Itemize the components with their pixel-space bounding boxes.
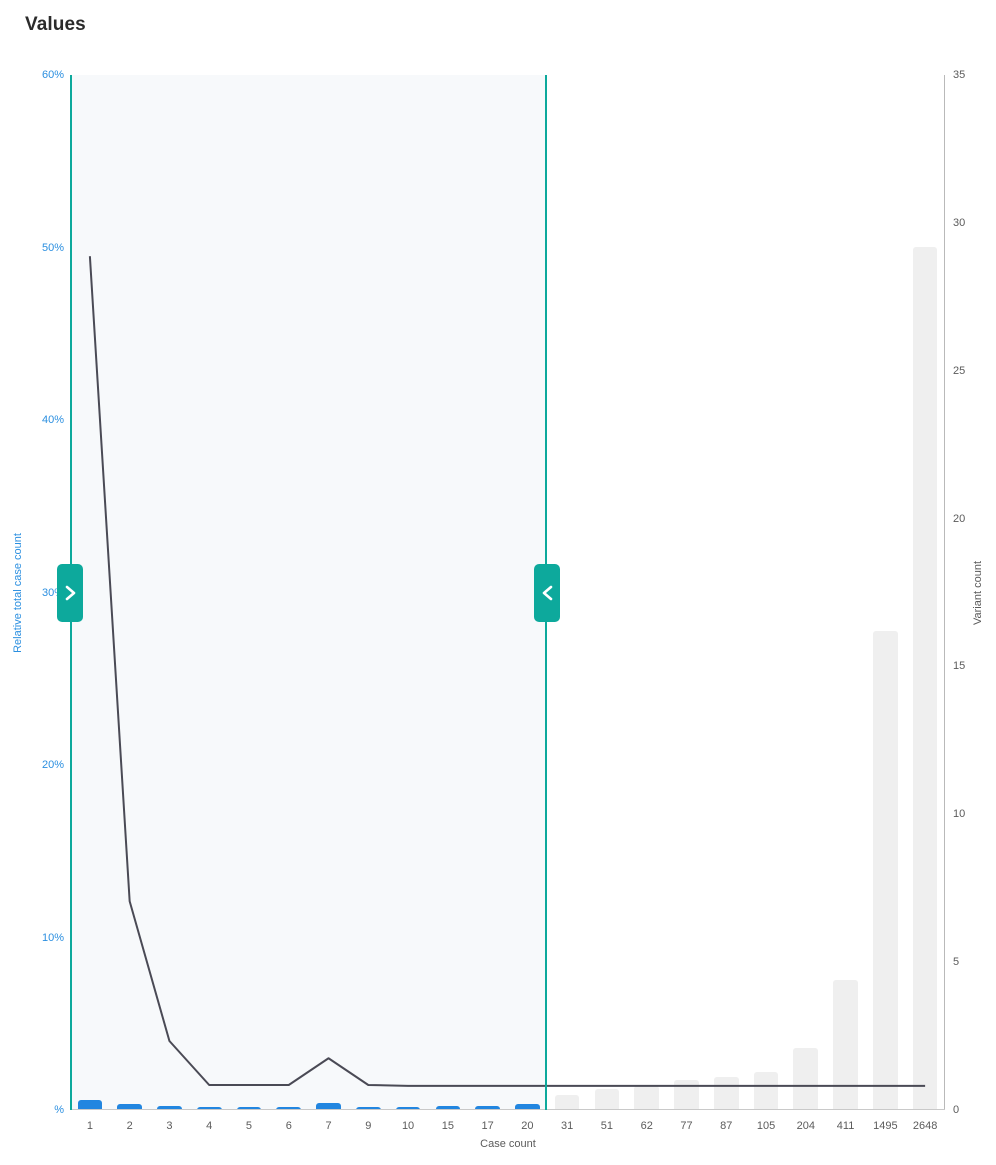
y-right-tick: 15 bbox=[953, 660, 966, 673]
chevron-left-icon bbox=[541, 584, 554, 602]
x-tick-77: 77 bbox=[680, 1120, 693, 1132]
y-right-tick: 35 bbox=[953, 69, 966, 81]
bar-204[interactable] bbox=[793, 1047, 819, 1110]
y-left-tick: 10% bbox=[41, 931, 64, 944]
y-right-tick: 5 bbox=[953, 956, 960, 969]
x-tick-9: 9 bbox=[365, 1120, 372, 1132]
y-right-tick: 20 bbox=[953, 512, 966, 525]
bar-2648[interactable] bbox=[912, 246, 938, 1110]
y-right-tick: 10 bbox=[953, 808, 966, 821]
x-tick-7: 7 bbox=[325, 1120, 332, 1132]
y-left-tick: % bbox=[54, 1104, 64, 1116]
x-tick-5: 5 bbox=[245, 1120, 253, 1132]
y-left-tick: 20% bbox=[41, 759, 64, 771]
x-tick-10: 10 bbox=[401, 1120, 415, 1132]
x-tick-1: 1 bbox=[86, 1120, 93, 1132]
x-axis-line bbox=[70, 1109, 945, 1110]
x-axis-title: Case count bbox=[480, 1138, 536, 1150]
x-tick-15: 15 bbox=[441, 1120, 454, 1132]
y-right-tick: 30 bbox=[953, 216, 966, 229]
x-tick-3: 3 bbox=[166, 1120, 173, 1132]
y-axis-left-title: Relative total case count bbox=[12, 533, 24, 653]
x-tick-204: 204 bbox=[796, 1120, 815, 1132]
brush-selection-band bbox=[70, 75, 548, 1110]
y-left-tick: 50% bbox=[41, 241, 64, 254]
brush-handle-left[interactable] bbox=[57, 563, 83, 622]
y-axis-right-line bbox=[944, 75, 945, 1110]
chevron-right-icon bbox=[64, 584, 77, 602]
x-tick-17: 17 bbox=[481, 1120, 494, 1132]
page-title: Values bbox=[25, 14, 86, 35]
bar-31[interactable] bbox=[554, 1095, 580, 1110]
x-tick-62: 62 bbox=[640, 1120, 653, 1132]
y-axis-right-title: Variant count bbox=[972, 560, 984, 626]
y-left-tick: 40% bbox=[41, 414, 64, 426]
x-tick-2: 2 bbox=[126, 1120, 133, 1132]
chart-page: Values % 10% 20% 30% 40% 50% 60% 0 5 10 15 20 25 30 3… bbox=[0, 0, 996, 1165]
x-tick-411: 411 bbox=[836, 1120, 855, 1132]
bar-62[interactable] bbox=[634, 1086, 660, 1110]
x-tick-20: 20 bbox=[521, 1120, 534, 1132]
bar-51[interactable] bbox=[594, 1089, 620, 1110]
x-tick-51: 51 bbox=[600, 1120, 614, 1132]
x-tick-1495: 1495 bbox=[873, 1120, 898, 1132]
bar-411[interactable] bbox=[833, 979, 858, 1110]
x-tick-6: 6 bbox=[285, 1120, 292, 1132]
y-right-tick: 0 bbox=[953, 1104, 960, 1116]
x-tick-2648: 2648 bbox=[912, 1120, 938, 1132]
brush-handle-right[interactable] bbox=[534, 563, 561, 622]
x-tick-105: 105 bbox=[756, 1120, 776, 1132]
x-tick-31: 31 bbox=[561, 1120, 574, 1132]
bar-105[interactable] bbox=[753, 1071, 779, 1110]
x-tick-4: 4 bbox=[206, 1120, 213, 1132]
bar-87[interactable] bbox=[713, 1077, 739, 1110]
relative-case-count-line bbox=[88, 256, 926, 1087]
y-left-tick: 60% bbox=[41, 69, 64, 81]
x-tick-87: 87 bbox=[720, 1120, 733, 1132]
bar-77[interactable] bbox=[674, 1080, 699, 1110]
plot-area bbox=[70, 75, 945, 1110]
y-right-tick: 25 bbox=[953, 364, 966, 377]
bar-1495[interactable] bbox=[873, 630, 898, 1110]
